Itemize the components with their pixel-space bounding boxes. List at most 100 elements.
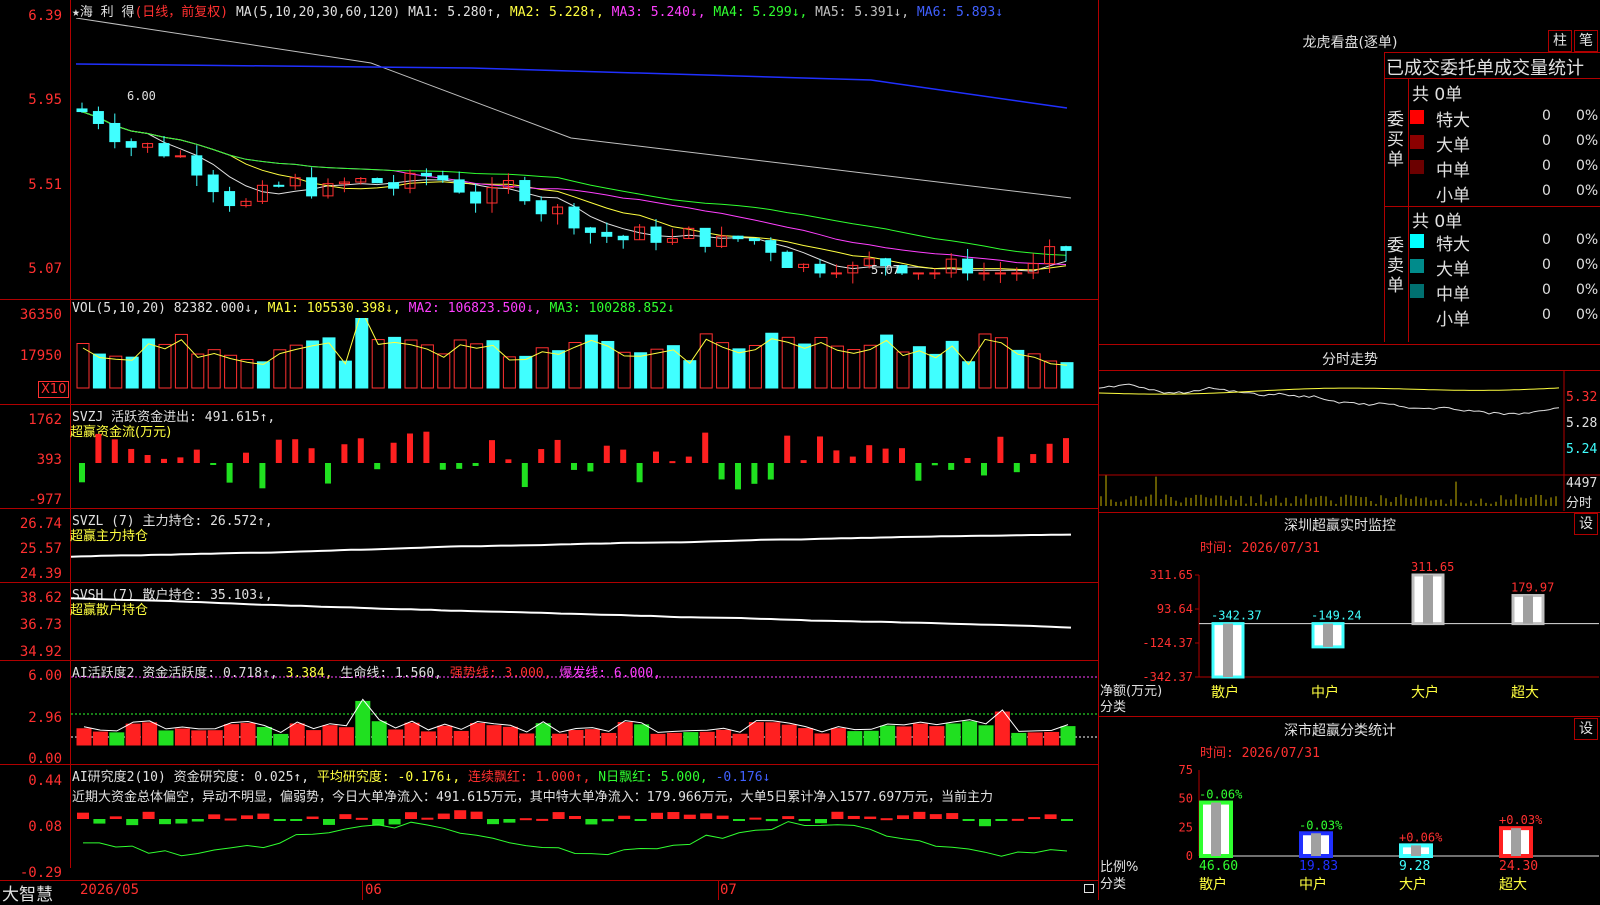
research-bar <box>864 816 877 819</box>
research-bar <box>716 815 729 819</box>
fund-flow-bar <box>817 436 823 463</box>
fund-flow-bar <box>669 461 676 464</box>
volume-bar <box>404 339 418 389</box>
svsh-chart[interactable] <box>71 583 1097 660</box>
monitor-category-label: 中户 <box>1311 684 1339 701</box>
research-bar <box>126 819 139 826</box>
volume-bar <box>322 337 336 389</box>
candle-body <box>830 272 842 275</box>
order-row: 大单 0 0% <box>1410 255 1600 280</box>
ai-commentary: 近期大资金总体偏空，异动不明显，偏弱势，今日大单净流入：491.615万元，其中… <box>72 790 994 805</box>
monitor-bar-shade <box>1323 623 1333 647</box>
divider <box>1098 512 1600 513</box>
candle-body <box>420 172 432 177</box>
order-percent: 0% <box>1576 133 1599 149</box>
date-tick: 07 <box>720 882 737 898</box>
date-tick: 06 <box>365 882 382 898</box>
stat2-bar-shade <box>1211 802 1221 856</box>
y-tick: 393 <box>36 452 62 468</box>
lock-icon[interactable] <box>1084 884 1094 893</box>
activity-bar <box>502 726 518 746</box>
volume-bar <box>896 351 910 389</box>
volume-bar <box>634 352 648 389</box>
fund-flow-bar <box>95 433 102 463</box>
intraday-vol-max: 4497 <box>1566 476 1598 491</box>
volume-bar <box>256 361 270 389</box>
activity-bar <box>92 731 108 746</box>
vol-def: VOL(5,10,20) <box>72 301 166 316</box>
activity-bar <box>453 730 469 746</box>
volume-bar <box>929 353 943 389</box>
activity-bar <box>486 725 502 746</box>
research-bar <box>487 819 499 825</box>
candle-body <box>92 111 104 124</box>
ai-research-t4: N日飘红: 5.000, <box>598 770 708 785</box>
candle-body <box>191 155 203 176</box>
activity-bar <box>847 731 863 746</box>
intraday-y-tick: 5.32 <box>1566 390 1598 405</box>
stat2-change-label: +0.03% <box>1499 813 1543 827</box>
tick-view-button[interactable]: 笔 <box>1574 30 1598 52</box>
order-row: 特大 0 0% <box>1410 106 1600 131</box>
order-row: 大单 0 0% <box>1410 131 1600 156</box>
fund-flow-bar <box>964 458 971 463</box>
y-tick: 2.96 <box>28 710 62 726</box>
volume-bar <box>617 351 631 389</box>
volume-chart[interactable] <box>71 318 1097 404</box>
volume-bar <box>437 353 451 389</box>
candle-body <box>814 263 826 274</box>
intraday-chart[interactable] <box>1099 371 1600 511</box>
fund-flow-bar <box>128 448 135 463</box>
high-price-label: 6.00 <box>127 89 156 103</box>
research-bar <box>1061 819 1073 821</box>
research-bar <box>634 819 647 821</box>
stat2-chart[interactable]: 75 50 25 0 -0.06% 46.60 散户 -0.03% 19.83 中户 +0.06% 9… <box>1099 758 1600 900</box>
monitor-settings-button[interactable]: 设 <box>1574 513 1598 535</box>
stat2-change-label: +0.06% <box>1399 830 1443 844</box>
svzl-chart[interactable] <box>71 509 1097 582</box>
activity-bar <box>191 730 207 746</box>
kline-chart[interactable]: 6.00 5.07 <box>71 18 1097 298</box>
stat2-settings-button[interactable]: 设 <box>1574 718 1598 740</box>
monitor-chart[interactable]: 311.6593.64-124.37-342.37-342.37散户-149.2… <box>1099 555 1600 715</box>
stat2-value-label: 9.28 <box>1399 859 1430 874</box>
research-bar <box>208 814 221 819</box>
svzj-chart[interactable] <box>71 405 1097 508</box>
order-count: 0 <box>1542 282 1551 298</box>
activity-bar <box>962 721 978 746</box>
activity-bar <box>306 730 322 746</box>
research-bar <box>388 819 401 825</box>
order-percent: 0% <box>1576 257 1599 273</box>
legend-swatch <box>1410 284 1424 298</box>
research-bar <box>798 819 811 821</box>
monitor-bar-shade <box>1223 623 1233 677</box>
monitor-value-label: 179.97 <box>1511 581 1554 595</box>
volume-bar <box>781 336 795 389</box>
candle-body <box>962 258 974 274</box>
legend-swatch <box>1410 259 1424 273</box>
ai-activity-chart[interactable] <box>71 661 1097 764</box>
order-size-label: 小单 <box>1436 310 1470 330</box>
research-bar <box>929 814 942 819</box>
volume-bar <box>207 349 221 389</box>
ai-research-chart[interactable] <box>71 805 1097 880</box>
research-bar <box>405 812 417 819</box>
fund-flow-bar <box>800 460 807 463</box>
activity-bar <box>437 725 453 746</box>
fund-flow-bar <box>374 463 381 470</box>
y-tick: 25.57 <box>19 541 62 557</box>
fund-flow-bar <box>472 463 479 466</box>
monitor-category-label: 散户 <box>1211 684 1239 701</box>
candle-body <box>994 272 1006 275</box>
volume-bar <box>1060 362 1074 389</box>
research-bar <box>601 819 614 822</box>
bar-view-button[interactable]: 柱 <box>1548 30 1572 52</box>
activity-bar <box>568 730 584 746</box>
candle-body <box>470 191 482 204</box>
fund-flow-bar <box>423 431 430 463</box>
research-bar <box>1011 818 1024 821</box>
volume-bar <box>716 342 730 389</box>
candle-body <box>174 155 186 158</box>
order-size-label: 中单 <box>1436 161 1470 181</box>
fund-flow-bar <box>718 463 725 480</box>
